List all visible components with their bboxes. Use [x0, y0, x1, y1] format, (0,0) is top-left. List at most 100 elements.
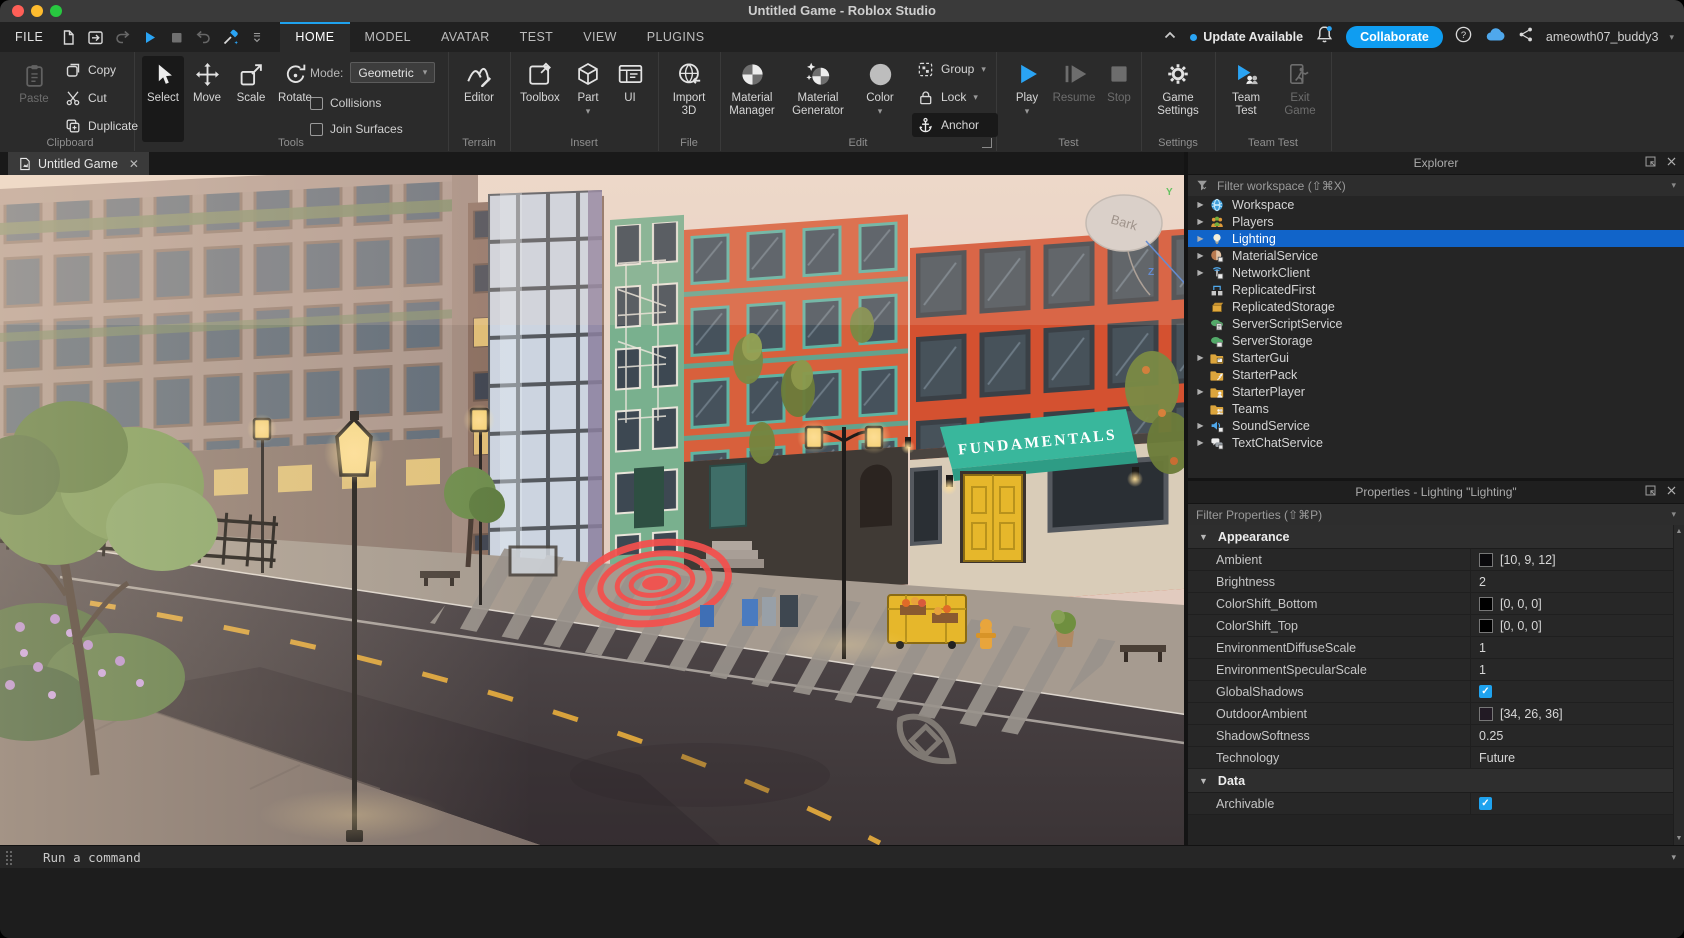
color-swatch[interactable] [1479, 707, 1493, 721]
property-section-appearance[interactable]: ▼Appearance [1188, 525, 1674, 549]
property-row-EnvironmentDiffuseScale[interactable]: EnvironmentDiffuseScale1 [1188, 637, 1674, 659]
explorer-filter-input[interactable]: Filter workspace (⇧⌘X) ▾ [1188, 175, 1684, 197]
user-menu-caret-icon[interactable]: ▾ [1669, 32, 1674, 43]
scroll-down-icon[interactable]: ▼ [1674, 835, 1684, 842]
command-bar-caret-icon[interactable]: ▾ [1671, 852, 1676, 863]
stop-button[interactable]: Stop [1102, 56, 1136, 142]
terrain-editor-button[interactable]: Editor [457, 56, 501, 142]
lock-button[interactable]: Lock▾ [912, 85, 992, 109]
material-manager-button[interactable]: Material Manager [725, 56, 779, 142]
expand-arrow-icon[interactable]: ▶ [1194, 438, 1207, 447]
copy-button[interactable]: Copy [60, 58, 121, 82]
expand-arrow-icon[interactable]: ▶ [1194, 387, 1207, 396]
redo-icon[interactable] [111, 24, 133, 50]
close-tab-icon[interactable]: ✕ [129, 157, 139, 171]
expand-arrow-icon[interactable]: ▶ [1194, 268, 1207, 277]
command-input[interactable]: Run a command [43, 850, 141, 865]
import-3d-button[interactable]: Import 3D [666, 56, 712, 142]
color-swatch[interactable] [1479, 619, 1493, 633]
qat-more-icon[interactable] [246, 24, 268, 50]
property-row-Brightness[interactable]: Brightness2 [1188, 571, 1674, 593]
duplicate-button[interactable]: Duplicate [60, 114, 143, 138]
property-row-Archivable[interactable]: Archivable✓ [1188, 793, 1674, 815]
collaborate-button[interactable]: Collaborate [1346, 26, 1443, 48]
properties-close-icon[interactable] [1666, 485, 1677, 499]
expand-arrow-icon[interactable]: ▶ [1194, 251, 1207, 260]
group-button[interactable]: Group▾ [912, 57, 992, 81]
collisions-checkbox[interactable]: Collisions [310, 96, 381, 110]
checkbox-checked-icon[interactable]: ✓ [1479, 797, 1492, 810]
property-row-ColorShift_Bottom[interactable]: ColorShift_Bottom[0, 0, 0] [1188, 593, 1674, 615]
explorer-item-TextChatService[interactable]: ▶TextChatService [1188, 434, 1684, 451]
part-button[interactable]: Part ▾ [570, 56, 606, 142]
file-menu-button[interactable]: FILE [0, 30, 53, 44]
document-tab-untitled-game[interactable]: Untitled Game ✕ [8, 152, 149, 175]
mode-select[interactable]: Geometric▾ [350, 62, 435, 83]
notifications-bell-icon[interactable] [1314, 24, 1335, 50]
collapse-ribbon-icon[interactable] [1161, 26, 1179, 49]
game-settings-button[interactable]: Game Settings [1152, 56, 1204, 142]
explorer-item-StarterPack[interactable]: StarterPack [1188, 366, 1684, 383]
undo-icon[interactable] [192, 24, 214, 50]
material-generator-button[interactable]: Material Generator [786, 56, 850, 142]
toolbox-button[interactable]: Toolbox [516, 56, 564, 142]
color-swatch[interactable] [1479, 553, 1493, 567]
property-row-OutdoorAmbient[interactable]: OutdoorAmbient[34, 26, 36] [1188, 703, 1674, 725]
expand-arrow-icon[interactable]: ▶ [1194, 200, 1207, 209]
properties-filter-caret-icon[interactable]: ▾ [1671, 509, 1676, 520]
explorer-item-Players[interactable]: ▶Players [1188, 213, 1684, 230]
properties-filter-input[interactable]: Filter Properties (⇧⌘P) ▾ [1188, 504, 1684, 526]
join-surfaces-checkbox[interactable]: Join Surfaces [310, 122, 403, 136]
paste-button[interactable]: Paste [10, 57, 58, 137]
command-bar-grip[interactable] [5, 850, 13, 866]
explorer-item-StarterGui[interactable]: ▶StarterGui [1188, 349, 1684, 366]
explorer-item-Teams[interactable]: Teams [1188, 400, 1684, 417]
menu-tab-model[interactable]: MODEL [350, 22, 426, 52]
scroll-up-icon[interactable]: ▲ [1674, 528, 1684, 535]
team-test-button[interactable]: Team Test [1223, 56, 1269, 142]
property-row-Ambient[interactable]: Ambient[10, 9, 12] [1188, 549, 1674, 571]
expand-arrow-icon[interactable]: ▶ [1194, 421, 1207, 430]
exit-game-button[interactable]: Exit Game [1277, 56, 1323, 142]
share-icon[interactable] [1517, 25, 1535, 49]
expand-arrow-icon[interactable]: ▶ [1194, 353, 1207, 362]
explorer-item-ServerStorage[interactable]: ServerStorage [1188, 332, 1684, 349]
plugin-icon[interactable] [219, 24, 241, 50]
property-row-ColorShift_Top[interactable]: ColorShift_Top[0, 0, 0] [1188, 615, 1674, 637]
stop-icon[interactable] [165, 24, 187, 50]
scale-tool-button[interactable]: Scale [230, 56, 272, 142]
menu-tab-test[interactable]: TEST [505, 22, 569, 52]
anchor-button[interactable]: Anchor [912, 113, 998, 137]
move-tool-button[interactable]: Move [186, 56, 228, 142]
explorer-item-NetworkClient[interactable]: ▶NetworkClient [1188, 264, 1684, 281]
play-button[interactable]: Play ▾ [1008, 56, 1046, 142]
menu-tab-plugins[interactable]: PLUGINS [632, 22, 720, 52]
command-bar[interactable]: Run a command ▾ [0, 845, 1684, 869]
property-row-ShadowSoftness[interactable]: ShadowSoftness0.25 [1188, 725, 1674, 747]
ui-button[interactable]: UI [612, 56, 648, 142]
expand-arrow-icon[interactable]: ▶ [1194, 234, 1207, 243]
property-row-Technology[interactable]: TechnologyFuture [1188, 747, 1674, 769]
properties-scrollbar[interactable]: ▲ ▼ [1673, 525, 1684, 845]
property-section-data[interactable]: ▼Data [1188, 769, 1674, 793]
cut-button[interactable]: Cut [60, 86, 112, 110]
menu-tab-avatar[interactable]: AVATAR [426, 22, 505, 52]
expand-arrow-icon[interactable]: ▶ [1194, 217, 1207, 226]
properties-float-icon[interactable] [1644, 484, 1657, 500]
open-file-icon[interactable] [84, 24, 106, 50]
viewport-3d-scene[interactable]: FUNDAMENTALS [0, 175, 1184, 845]
explorer-item-StarterPlayer[interactable]: ▶StarterPlayer [1188, 383, 1684, 400]
property-row-EnvironmentSpecularScale[interactable]: EnvironmentSpecularScale1 [1188, 659, 1674, 681]
explorer-item-Lighting[interactable]: ▶Lighting [1188, 230, 1684, 247]
color-button[interactable]: Color ▾ [858, 56, 902, 142]
explorer-item-ReplicatedStorage[interactable]: ReplicatedStorage [1188, 298, 1684, 315]
explorer-item-Workspace[interactable]: ▶Workspace [1188, 196, 1684, 213]
resume-button[interactable]: Resume [1052, 56, 1096, 142]
explorer-item-ReplicatedFirst[interactable]: ReplicatedFirst [1188, 281, 1684, 298]
explorer-float-icon[interactable] [1644, 155, 1657, 171]
select-tool-button[interactable]: Select [142, 56, 184, 142]
new-file-icon[interactable] [57, 24, 79, 50]
username[interactable]: ameowth07_buddy3 [1546, 30, 1659, 44]
menu-tab-home[interactable]: HOME [280, 22, 349, 52]
explorer-item-ServerScriptService[interactable]: ServerScriptService [1188, 315, 1684, 332]
